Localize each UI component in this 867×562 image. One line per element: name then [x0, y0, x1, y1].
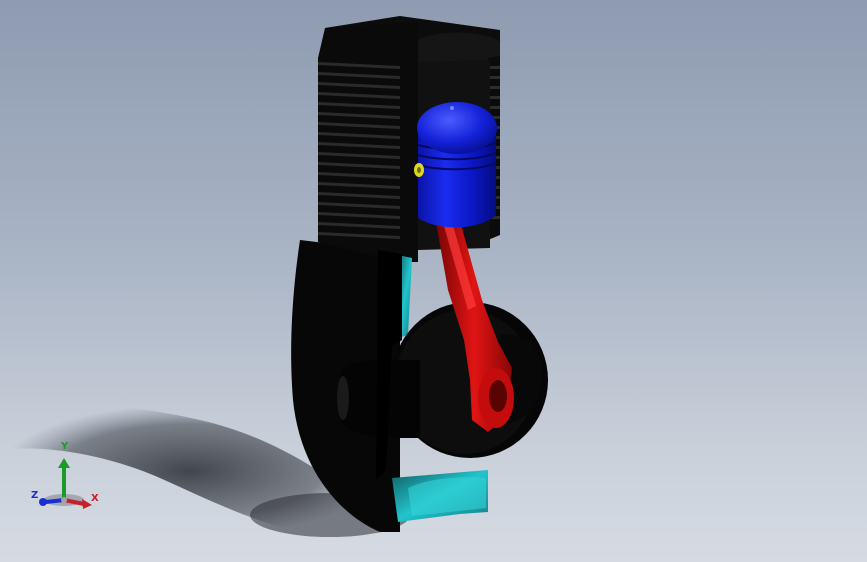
y-axis-arrow — [58, 458, 70, 468]
x-axis-label: X — [91, 493, 99, 504]
wrist-pin-core — [417, 167, 421, 173]
crown-mark — [450, 106, 454, 110]
triad-origin — [61, 497, 67, 503]
piston-crown[interactable] — [417, 102, 497, 154]
coordinate-triad[interactable]: Y Z X — [28, 440, 108, 520]
model-scene[interactable] — [0, 0, 867, 562]
graphics-viewport[interactable]: Y Z X — [0, 0, 867, 562]
crankshaft-journal-face — [337, 376, 349, 420]
crankpin — [489, 380, 507, 412]
cylinder-bore-top — [418, 32, 500, 62]
y-axis-label: Y — [61, 441, 69, 452]
z-axis-label: Z — [31, 490, 39, 501]
z-axis-end — [39, 498, 47, 506]
triad-graphic — [39, 458, 92, 509]
